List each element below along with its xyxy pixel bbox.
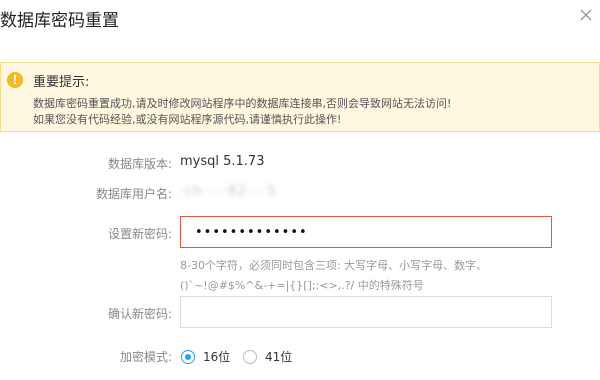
warning-notice: ! 重要提示: 数据库密码重置成功,请及时修改网站程序中的数据库连接串,否则会导…: [0, 62, 600, 132]
new-password-input[interactable]: [180, 216, 552, 248]
db-version-label: 数据库版本:: [107, 157, 172, 171]
confirm-password-label: 确认新密码:: [107, 307, 172, 321]
encrypt-16-label: 16位: [203, 350, 231, 364]
new-password-label: 设置新密码:: [107, 227, 172, 241]
notice-message-2: 如果您没有代码经验,或没有网站程序源代码,请谨慎执行此操作!: [33, 113, 342, 126]
close-icon: [580, 9, 592, 21]
encrypt-41-radio[interactable]: 41位: [243, 348, 292, 365]
encrypt-41-label: 41位: [265, 350, 293, 364]
encrypt-mode-label: 加密模式:: [119, 350, 172, 364]
db-user-value: ·ch·····82····5: [180, 184, 277, 199]
dialog-title: 数据库密码重置: [0, 11, 119, 31]
db-user-label: 数据库用户名:: [95, 187, 172, 201]
password-hint-2: ()`~!@#$%^&-+=|{}[];:<>,.?/ 中的特殊符号: [180, 279, 424, 292]
notice-message-1: 数据库密码重置成功,请及时修改网站程序中的数据库连接串,否则会导致网站无法访问!: [33, 97, 452, 110]
password-hint-1: 8-30个字符，必须同时包含三项: 大写字母、小写字母、数字、: [180, 259, 488, 272]
radio-checked-icon: [181, 349, 195, 364]
confirm-password-input[interactable]: [180, 296, 552, 328]
warning-icon: !: [7, 72, 23, 88]
close-button[interactable]: [578, 7, 594, 23]
db-version-value: mysql 5.1.73: [180, 154, 265, 169]
radio-unchecked-icon: [243, 349, 257, 364]
notice-title: 重要提示:: [33, 75, 90, 90]
encrypt-16-radio[interactable]: 16位: [181, 348, 230, 365]
